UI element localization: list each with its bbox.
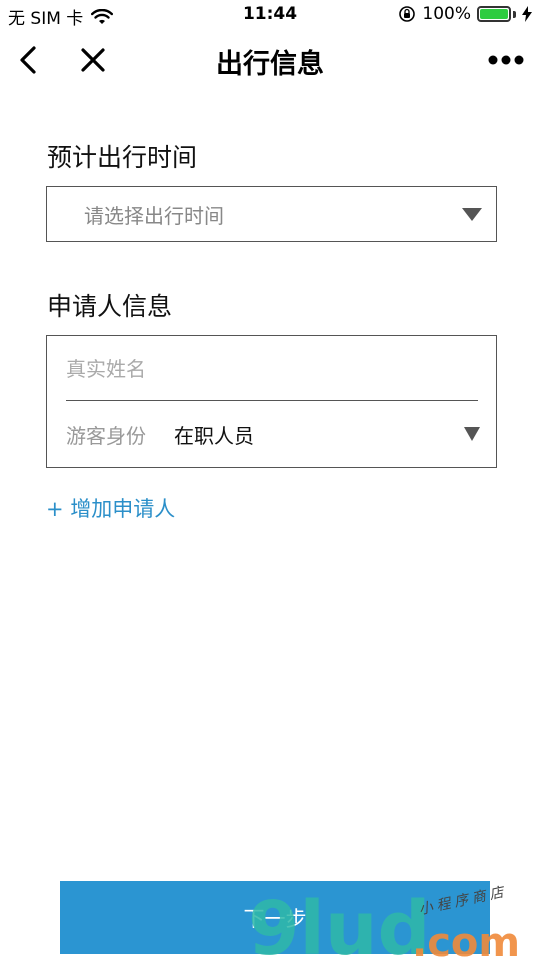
status-right: 100% [398, 4, 532, 24]
page-title: 出行信息 [216, 49, 324, 80]
battery-percent: 100% [422, 4, 471, 24]
status-bar: 无 SIM 卡 11:44 100% [0, 0, 540, 30]
travel-time-picker[interactable]: 请选择出行时间 [46, 186, 497, 242]
nav-bar: 出行信息 [0, 30, 540, 92]
charging-bolt-icon [522, 6, 532, 22]
real-name-input[interactable] [66, 354, 466, 384]
caret-down-icon [462, 208, 482, 221]
more-dots-icon [488, 55, 524, 65]
battery-fill [480, 9, 508, 19]
travel-time-label: 预计出行时间 [47, 143, 198, 172]
visitor-identity-label: 游客身份 [66, 424, 146, 448]
more-button[interactable] [482, 40, 530, 80]
battery-icon [477, 6, 511, 22]
visitor-identity-value: 在职人员 [174, 424, 254, 448]
travel-time-placeholder: 请选择出行时间 [84, 204, 224, 228]
caret-down-icon [464, 427, 480, 441]
orientation-lock-icon [399, 6, 416, 22]
visitor-identity-select[interactable]: 游客身份 在职人员 [66, 408, 480, 460]
applicant-card: 游客身份 在职人员 [46, 335, 497, 468]
applicant-info-label: 申请人信息 [47, 292, 173, 321]
applicant-divider [66, 400, 478, 401]
battery-tip [513, 10, 516, 18]
add-applicant-link[interactable]: + 增加申请人 [46, 493, 175, 523]
next-step-button[interactable]: 下一步 [60, 881, 490, 954]
